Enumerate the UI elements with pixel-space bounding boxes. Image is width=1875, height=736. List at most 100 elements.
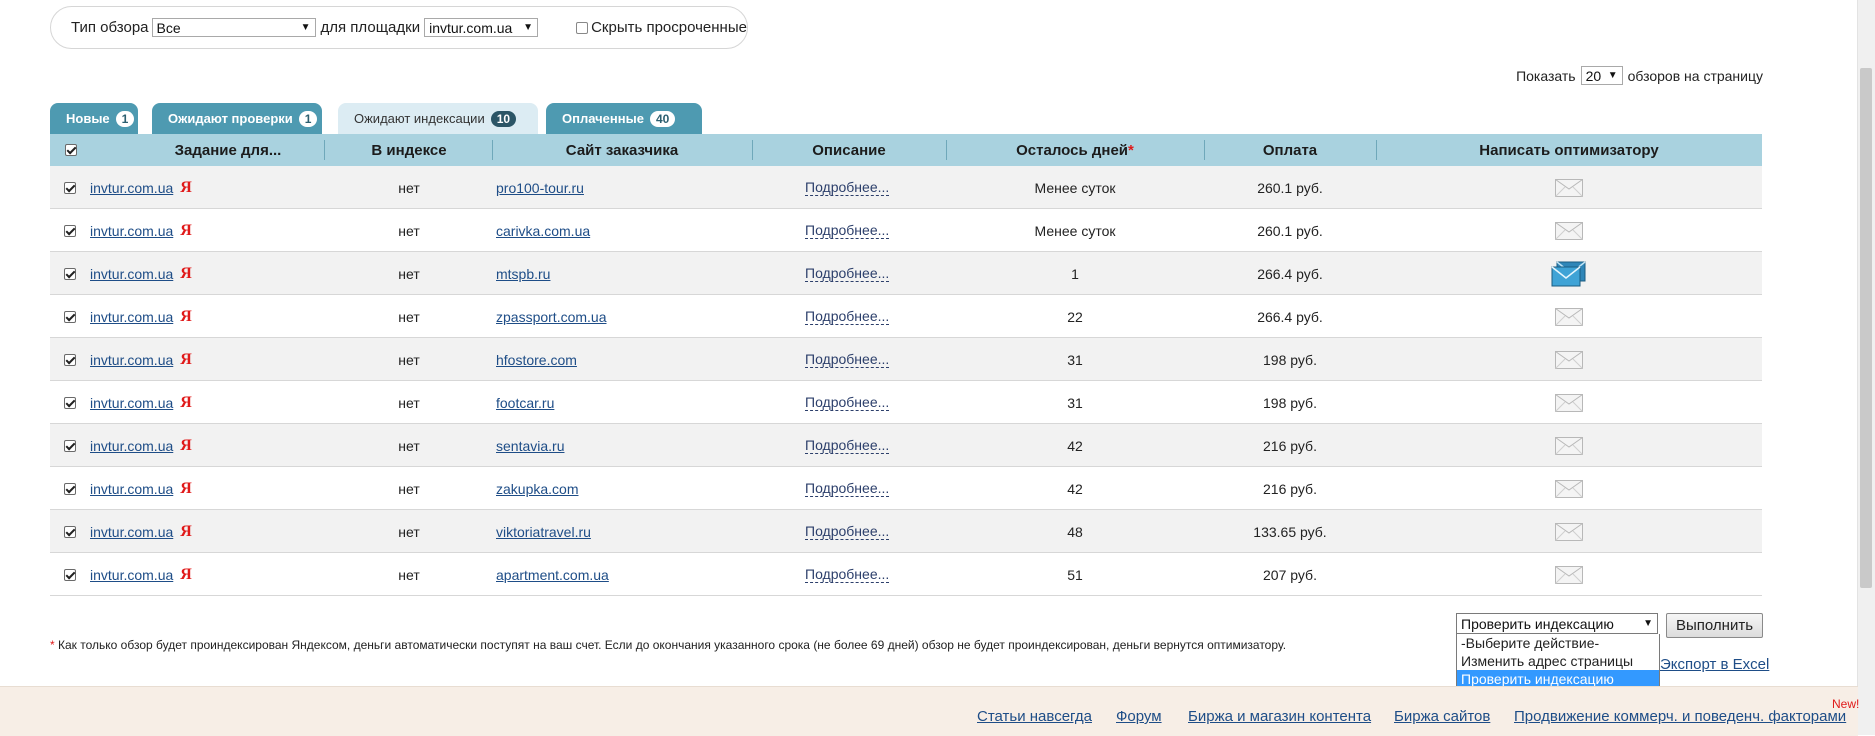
hide-expired-checkbox[interactable]: [576, 21, 589, 34]
client-site-link[interactable]: footcar.ru: [496, 395, 554, 411]
task-link[interactable]: invtur.com.ua: [90, 438, 173, 454]
export-excel-link[interactable]: Экспорт в Excel: [1660, 656, 1769, 673]
col-in-index[interactable]: В индексе: [326, 134, 492, 166]
platform-select[interactable]: invtur.com.ua ▼: [424, 18, 539, 37]
per-page-value: 20: [1585, 67, 1602, 84]
message-cell: [1376, 467, 1762, 510]
details-link[interactable]: Подробнее...: [805, 523, 890, 540]
chevron-down-icon: ▼: [1607, 70, 1618, 81]
description-cell: Подробнее...: [805, 295, 890, 338]
per-page-prefix: Показать: [1516, 67, 1576, 84]
row-checkbox[interactable]: [64, 439, 76, 452]
client-site-link[interactable]: zpassport.com.ua: [496, 309, 607, 325]
client-site-link[interactable]: apartment.com.ua: [496, 567, 609, 583]
row-checkbox[interactable]: [64, 568, 76, 581]
client-site-link[interactable]: pro100-tour.ru: [496, 180, 584, 196]
table-row: invtur.com.ua Янет sentavia.ru Подробнее...…: [50, 424, 1762, 467]
envelope-icon[interactable]: [1555, 436, 1583, 455]
days-left-cell: 51: [1067, 566, 1083, 583]
client-site-link[interactable]: zakupka.com: [496, 481, 578, 497]
envelope-icon[interactable]: [1555, 479, 1583, 498]
row-checkbox[interactable]: [64, 267, 76, 280]
row-checkbox[interactable]: [64, 396, 76, 409]
option-choose-action[interactable]: -Выберите действие-: [1457, 634, 1659, 652]
per-page-select[interactable]: 20 ▼: [1580, 66, 1623, 85]
client-site-link[interactable]: viktoriatravel.ru: [496, 524, 591, 540]
task-link[interactable]: invtur.com.ua: [90, 352, 173, 368]
task-link[interactable]: invtur.com.ua: [90, 481, 173, 497]
envelope-icon[interactable]: [1555, 307, 1583, 326]
details-link[interactable]: Подробнее...: [805, 222, 890, 239]
task-cell: invtur.com.ua Я: [90, 424, 192, 467]
row-select-cell: [64, 553, 76, 596]
select-all-checkbox[interactable]: [65, 144, 77, 156]
client-site-link[interactable]: sentavia.ru: [496, 438, 564, 454]
message-cell: [1376, 295, 1762, 338]
task-link[interactable]: invtur.com.ua: [90, 309, 173, 325]
details-link[interactable]: Подробнее...: [805, 437, 890, 454]
row-checkbox[interactable]: [64, 224, 76, 237]
task-cell: invtur.com.ua Я: [90, 381, 192, 424]
tab-pending-indexing[interactable]: Ожидают индексации 10: [338, 103, 538, 134]
task-cell: invtur.com.ua Я: [90, 510, 192, 553]
tab-paid[interactable]: Оплаченные 40: [546, 103, 702, 134]
tab-new[interactable]: Новые 1: [50, 103, 138, 134]
task-link[interactable]: invtur.com.ua: [90, 567, 173, 583]
row-checkbox[interactable]: [64, 525, 76, 538]
envelope-icon[interactable]: [1555, 565, 1583, 584]
col-client-site[interactable]: Сайт заказчика: [492, 134, 752, 166]
col-payment[interactable]: Оплата: [1204, 134, 1376, 166]
bulk-action-select[interactable]: Проверить индексацию ▼: [1456, 613, 1658, 634]
footer-link-promotion[interactable]: Продвижение коммерч. и поведенч. фактора…: [1514, 708, 1846, 725]
task-link[interactable]: invtur.com.ua: [90, 223, 173, 239]
row-checkbox[interactable]: [64, 353, 76, 366]
footer-link-site-exchange[interactable]: Биржа сайтов: [1394, 708, 1490, 725]
envelope-icon[interactable]: [1555, 393, 1583, 412]
tab-count-badge: 40: [649, 110, 676, 127]
row-select-cell: [64, 252, 76, 295]
row-checkbox[interactable]: [64, 181, 76, 194]
details-link[interactable]: Подробнее...: [805, 351, 890, 368]
details-link[interactable]: Подробнее...: [805, 480, 890, 497]
details-link[interactable]: Подробнее...: [805, 566, 890, 583]
payment-cell: 266.4 руб.: [1257, 265, 1323, 282]
tab-pending-check[interactable]: Ожидают проверки 1: [152, 103, 322, 134]
option-change-page-url[interactable]: Изменить адрес страницы: [1457, 652, 1659, 670]
scrollbar-thumb[interactable]: [1860, 68, 1872, 588]
table-row: invtur.com.ua Янет footcar.ru Подробнее... 3…: [50, 381, 1762, 424]
per-page-suffix: обзоров на страницу: [1627, 67, 1763, 84]
vertical-scrollbar[interactable]: [1857, 0, 1875, 735]
details-link[interactable]: Подробнее...: [805, 394, 890, 411]
client-site-link[interactable]: hfostore.com: [496, 352, 577, 368]
footer-link-content-exchange[interactable]: Биржа и магазин контента: [1188, 708, 1371, 725]
task-link[interactable]: invtur.com.ua: [90, 524, 173, 540]
details-link[interactable]: Подробнее...: [805, 179, 890, 196]
task-link[interactable]: invtur.com.ua: [90, 266, 173, 282]
yandex-icon: Я: [180, 479, 192, 497]
bulk-action-options: -Выберите действие- Изменить адрес стран…: [1456, 634, 1660, 689]
task-link[interactable]: invtur.com.ua: [90, 180, 173, 196]
payment-cell: 207 руб.: [1263, 566, 1317, 583]
details-link[interactable]: Подробнее...: [805, 308, 890, 325]
footer-link-forum[interactable]: Форум: [1116, 708, 1162, 725]
envelope-icon[interactable]: [1555, 350, 1583, 369]
col-days-left[interactable]: Осталось дней *: [946, 134, 1204, 166]
task-link[interactable]: invtur.com.ua: [90, 395, 173, 411]
footer-link-articles[interactable]: Статьи навсегда: [977, 708, 1092, 725]
review-type-select[interactable]: Все ▼: [151, 18, 316, 37]
details-link[interactable]: Подробнее...: [805, 265, 890, 282]
payment-cell: 133.65 руб.: [1253, 523, 1327, 540]
envelope-icon[interactable]: [1555, 178, 1583, 197]
client-site-cell: hfostore.com: [496, 338, 577, 381]
envelopes-blue-icon[interactable]: [1551, 260, 1587, 287]
row-checkbox[interactable]: [64, 482, 76, 495]
envelope-icon[interactable]: [1555, 221, 1583, 240]
filter-panel: Тип обзора Все ▼ для площадки invtur.com…: [50, 6, 748, 49]
row-checkbox[interactable]: [64, 310, 76, 323]
client-site-link[interactable]: carivka.com.ua: [496, 223, 590, 239]
client-site-link[interactable]: mtspb.ru: [496, 266, 550, 282]
description-cell: Подробнее...: [805, 381, 890, 424]
run-action-button[interactable]: Выполнить: [1666, 613, 1763, 638]
platform-label: для площадки: [320, 19, 421, 36]
envelope-icon[interactable]: [1555, 522, 1583, 541]
